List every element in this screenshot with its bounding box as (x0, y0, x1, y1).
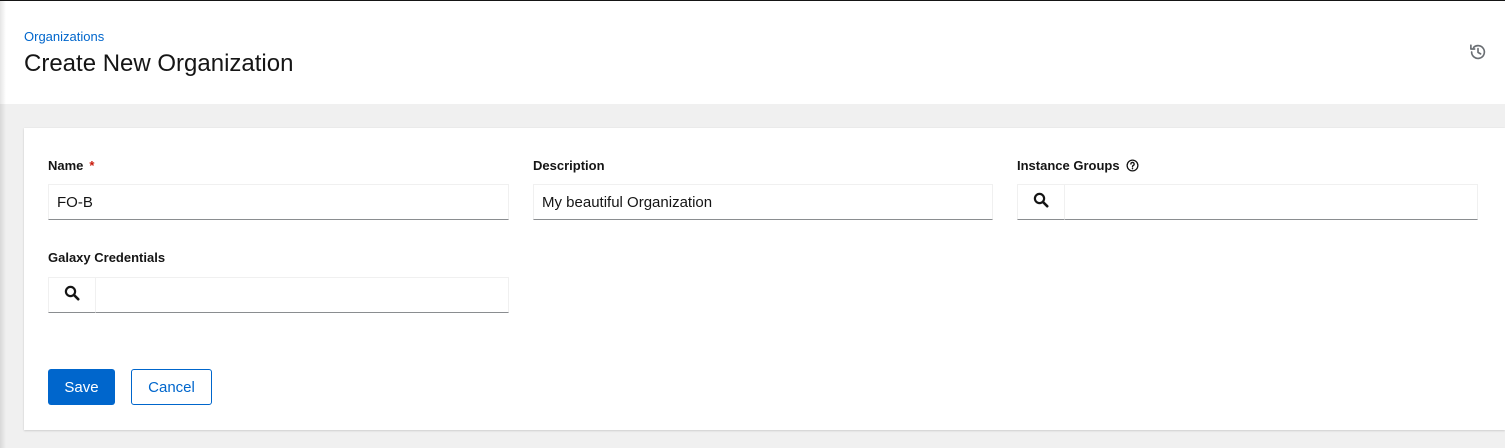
organization-form-card: Name * Description Instance Groups (24, 128, 1505, 430)
page-header: Organizations Create New Organization (0, 0, 1505, 104)
description-input[interactable] (533, 184, 993, 220)
top-border (0, 0, 1505, 1)
instance-groups-chip-field[interactable] (1065, 184, 1478, 220)
galaxy-credentials-label: Galaxy Credentials (48, 250, 165, 265)
cancel-button[interactable]: Cancel (131, 369, 212, 405)
search-icon (64, 285, 80, 306)
galaxy-credentials-chip-field[interactable] (96, 277, 509, 313)
question-circle-icon[interactable] (1126, 159, 1139, 172)
name-label: Name * (48, 158, 94, 173)
galaxy-credentials-label-text: Galaxy Credentials (48, 250, 166, 265)
instance-groups-search-button[interactable] (1017, 184, 1065, 220)
history-icon[interactable] (1469, 43, 1487, 61)
page: Organizations Create New Organization Na… (0, 0, 1505, 448)
description-label: Description (533, 158, 605, 173)
galaxy-credentials-lookup (48, 277, 509, 313)
galaxy-credentials-search-button[interactable] (48, 277, 96, 313)
breadcrumb-organizations[interactable]: Organizations (24, 29, 104, 44)
nav-edge-shadow (0, 0, 6, 448)
instance-groups-label-text: Instance Groups (1017, 158, 1120, 173)
name-label-text: Name (48, 158, 84, 173)
description-label-text: Description (533, 158, 605, 173)
required-marker: * (89, 158, 95, 173)
instance-groups-lookup (1017, 184, 1478, 220)
save-button[interactable]: Save (48, 369, 115, 405)
page-title: Create New Organization (24, 50, 294, 77)
search-icon (1033, 192, 1049, 213)
instance-groups-label: Instance Groups (1017, 158, 1139, 173)
name-input[interactable] (48, 184, 509, 220)
